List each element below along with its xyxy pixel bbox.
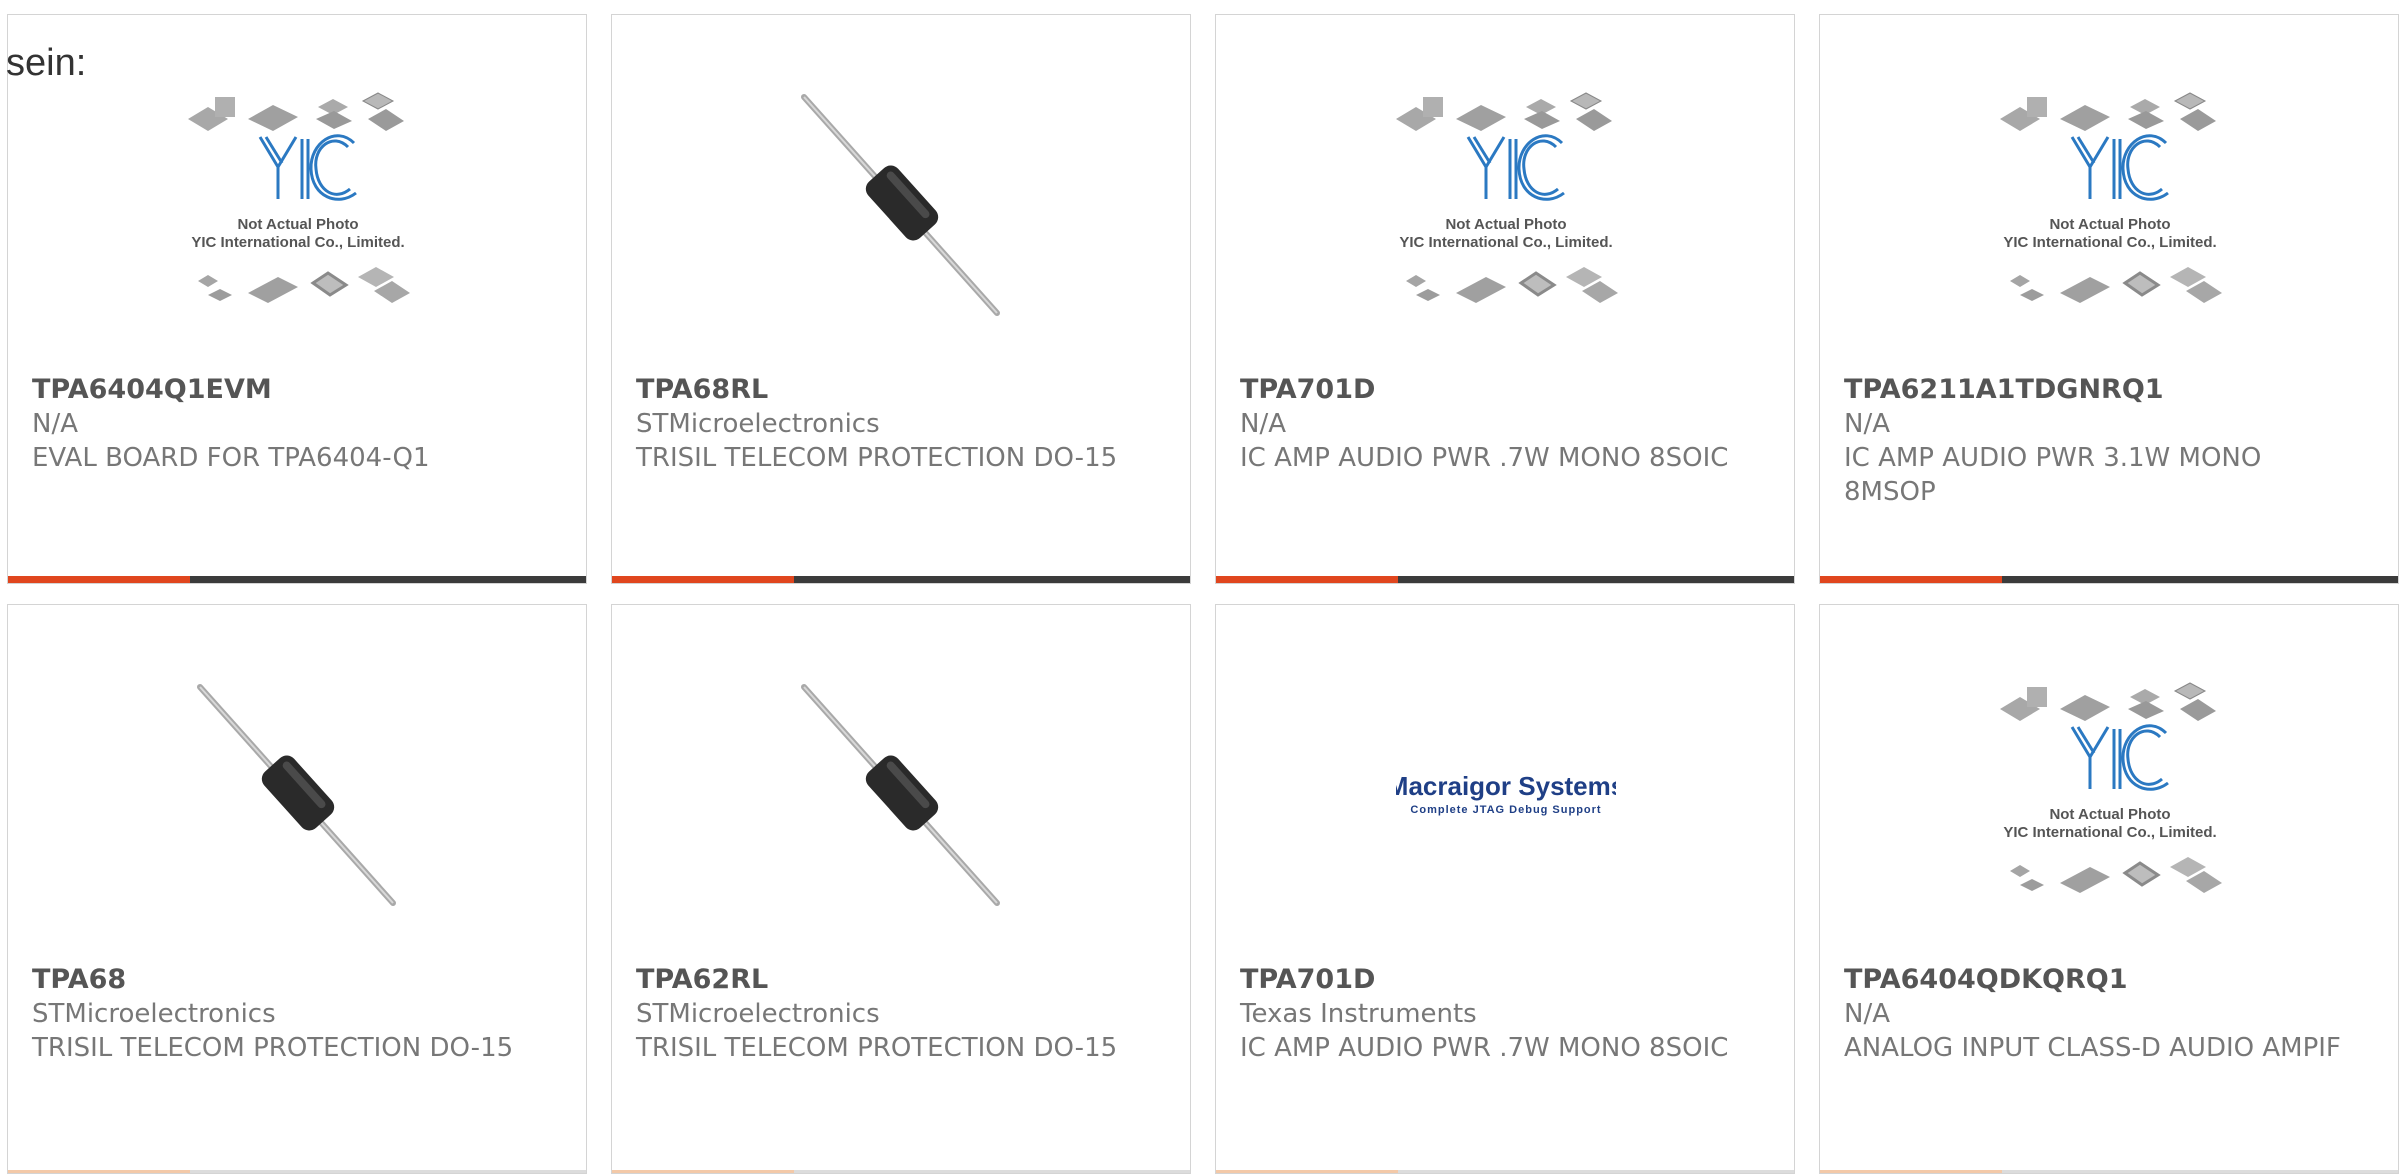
product-image-placeholder[interactable]: Not Actual Photo YIC International Co., …: [1990, 667, 2230, 917]
product-image-placeholder[interactable]: Not Actual Photo YIC International Co., …: [1990, 77, 2230, 327]
product-description: ANALOG INPUT CLASS-D AUDIO AMPIF: [1844, 1033, 2341, 1063]
card-bottom-bar: [8, 1170, 586, 1173]
product-card[interactable]: TPA62RL STMicroelectronics TRISIL TELECOM …: [611, 604, 1191, 1174]
product-part-number[interactable]: TPA62RL: [636, 963, 768, 997]
card-bottom-bar-accent: [8, 576, 190, 583]
product-card[interactable]: Not Actual Photo YIC International Co., …: [7, 14, 587, 584]
product-part-number[interactable]: TPA701D: [1240, 963, 1375, 997]
product-description: IC AMP AUDIO PWR .7W MONO 8SOIC: [1240, 1033, 1729, 1063]
product-card[interactable]: Not Actual Photo YIC International Co., …: [1215, 14, 1795, 584]
card-bottom-bar: [1820, 576, 2398, 583]
product-description: TRISIL TELECOM PROTECTION DO-15: [636, 1033, 1118, 1063]
product-card[interactable]: Macraigor Systems Complete JTAG Debug Su…: [1215, 604, 1795, 1174]
card-bottom-bar-accent: [1820, 576, 2002, 583]
card-bottom-bar: [1216, 1170, 1794, 1173]
card-bottom-bar: [1216, 576, 1794, 583]
product-image-diode[interactable]: [188, 675, 408, 915]
card-bottom-bar-accent: [8, 1170, 190, 1173]
product-manufacturer: N/A: [32, 409, 78, 439]
product-image-brand-logo[interactable]: Macraigor Systems Complete JTAG Debug Su…: [1396, 675, 1616, 915]
card-bottom-bar: [1820, 1170, 2398, 1173]
product-part-number[interactable]: TPA6211A1TDGNRQ1: [1844, 373, 2164, 407]
card-bottom-bar-accent: [1820, 1170, 2002, 1173]
product-part-number[interactable]: TPA68RL: [636, 373, 768, 407]
product-image-diode[interactable]: [792, 675, 1012, 915]
svg-text:YIC International Co., Limited: YIC International Co., Limited.: [1399, 234, 1612, 251]
card-bottom-bar: [8, 576, 586, 583]
svg-text:Not Actual Photo: Not Actual Photo: [237, 216, 358, 233]
product-card[interactable]: Not Actual Photo YIC International Co., …: [1819, 604, 2399, 1174]
product-manufacturer: N/A: [1240, 409, 1286, 439]
product-part-number[interactable]: TPA6404Q1EVM: [32, 373, 272, 407]
page-fragment-text: sein:: [6, 42, 87, 84]
card-bottom-bar-accent: [1216, 1170, 1398, 1173]
product-description: TRISIL TELECOM PROTECTION DO-15: [636, 443, 1118, 473]
card-bottom-bar-accent: [1216, 576, 1398, 583]
svg-text:Not Actual Photo: Not Actual Photo: [2049, 806, 2170, 823]
svg-text:YIC International Co., Limited: YIC International Co., Limited.: [191, 234, 404, 251]
svg-text:YIC International Co., Limited: YIC International Co., Limited.: [2003, 824, 2216, 841]
product-part-number[interactable]: TPA6404QDKQRQ1: [1844, 963, 2128, 997]
product-manufacturer: N/A: [1844, 409, 1890, 439]
product-description: IC AMP AUDIO PWR .7W MONO 8SOIC: [1240, 443, 1729, 473]
product-part-number[interactable]: TPA701D: [1240, 373, 1375, 407]
svg-text:Not Actual Photo: Not Actual Photo: [1445, 216, 1566, 233]
svg-text:YIC International Co., Limited: YIC International Co., Limited.: [2003, 234, 2216, 251]
product-manufacturer: STMicroelectronics: [32, 999, 276, 1029]
product-part-number[interactable]: TPA68: [32, 963, 126, 997]
card-bottom-bar-accent: [612, 576, 794, 583]
product-card[interactable]: TPA68 STMicroelectronics TRISIL TELECOM PR…: [7, 604, 587, 1174]
product-image-placeholder[interactable]: Not Actual Photo YIC International Co., …: [1386, 77, 1626, 327]
product-card[interactable]: Not Actual Photo YIC International Co., …: [1819, 14, 2399, 584]
card-bottom-bar-accent: [612, 1170, 794, 1173]
card-bottom-bar: [612, 1170, 1190, 1173]
product-manufacturer: N/A: [1844, 999, 1890, 1029]
product-manufacturer: Texas Instruments: [1240, 999, 1477, 1029]
product-manufacturer: STMicroelectronics: [636, 999, 880, 1029]
svg-text:Not Actual Photo: Not Actual Photo: [2049, 216, 2170, 233]
card-bottom-bar: [612, 576, 1190, 583]
product-description: EVAL BOARD FOR TPA6404-Q1: [32, 443, 430, 473]
product-image-diode[interactable]: [792, 85, 1012, 325]
product-image-placeholder[interactable]: Not Actual Photo YIC International Co., …: [178, 77, 418, 327]
svg-text:Complete JTAG Debug Support: Complete JTAG Debug Support: [1410, 804, 1601, 816]
product-manufacturer: STMicroelectronics: [636, 409, 880, 439]
product-description: TRISIL TELECOM PROTECTION DO-15: [32, 1033, 514, 1063]
product-description: IC AMP AUDIO PWR 3.1W MONO 8MSOP: [1844, 443, 2262, 507]
svg-text:Macraigor Systems: Macraigor Systems: [1396, 771, 1616, 801]
product-card[interactable]: TPA68RL STMicroelectronics TRISIL TELECOM …: [611, 14, 1191, 584]
